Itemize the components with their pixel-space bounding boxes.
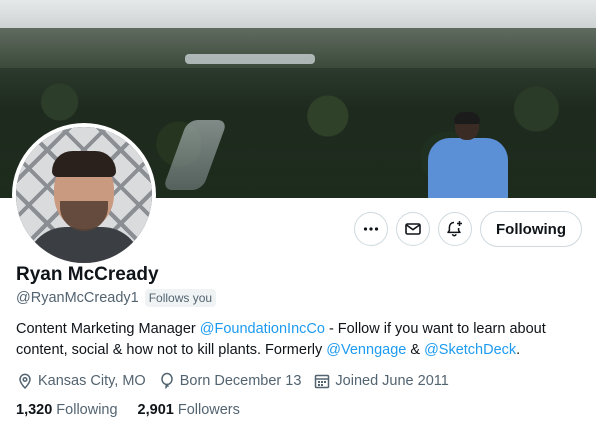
location-pin-icon: [19, 373, 31, 390]
avatar[interactable]: [12, 123, 156, 267]
followers-stat[interactable]: 2,901 Followers: [138, 402, 240, 418]
birthday-item: Born December 13: [158, 372, 302, 390]
handle-row: @RyanMcCready1 Follows you: [16, 289, 217, 307]
message-button[interactable]: [396, 212, 430, 246]
mention-venngage[interactable]: @Venngage: [326, 342, 406, 358]
profile-meta: Kansas City, MO Born December 13 Joined …: [16, 372, 449, 390]
joined-text: Joined June 2011: [335, 373, 449, 389]
mention-foundationincco[interactable]: @FoundationIncCo: [200, 321, 325, 337]
more-icon: [363, 227, 379, 231]
following-stat[interactable]: 1,320 Following: [16, 402, 118, 418]
balloon-icon: [160, 372, 173, 389]
followers-count: 2,901: [137, 402, 174, 418]
follows-you-badge: Follows you: [144, 289, 217, 307]
more-button[interactable]: [354, 212, 388, 246]
following-count: 1,320: [16, 402, 53, 418]
following-button[interactable]: Following: [480, 211, 582, 247]
following-label: Following: [56, 402, 118, 418]
profile-actions: Following: [354, 211, 582, 247]
profile-bio: Content Marketing Manager @FoundationInc…: [16, 319, 586, 361]
envelope-icon: [405, 223, 421, 235]
location-item: Kansas City, MO: [16, 372, 146, 390]
following-button-label: Following: [496, 220, 566, 238]
profile-handle: @RyanMcCready1: [16, 290, 139, 306]
notify-button[interactable]: [438, 212, 472, 246]
birthday-text: Born December 13: [179, 373, 302, 389]
mention-sketchdeck[interactable]: @SketchDeck: [424, 342, 516, 358]
bio-text-1: Content Marketing Manager: [16, 321, 200, 337]
bio-text-4: .: [516, 342, 521, 358]
joined-item: Joined June 2011: [313, 372, 449, 390]
banner-person: [428, 112, 508, 198]
followers-label: Followers: [177, 402, 240, 418]
calendar-icon: [315, 374, 330, 389]
profile-stats: 1,320 Following 2,901 Followers: [16, 402, 240, 418]
bell-plus-icon: [447, 221, 462, 237]
location-text: Kansas City, MO: [38, 373, 146, 389]
bio-text-3: &: [406, 342, 425, 358]
profile-name: Ryan McCready: [16, 264, 159, 285]
